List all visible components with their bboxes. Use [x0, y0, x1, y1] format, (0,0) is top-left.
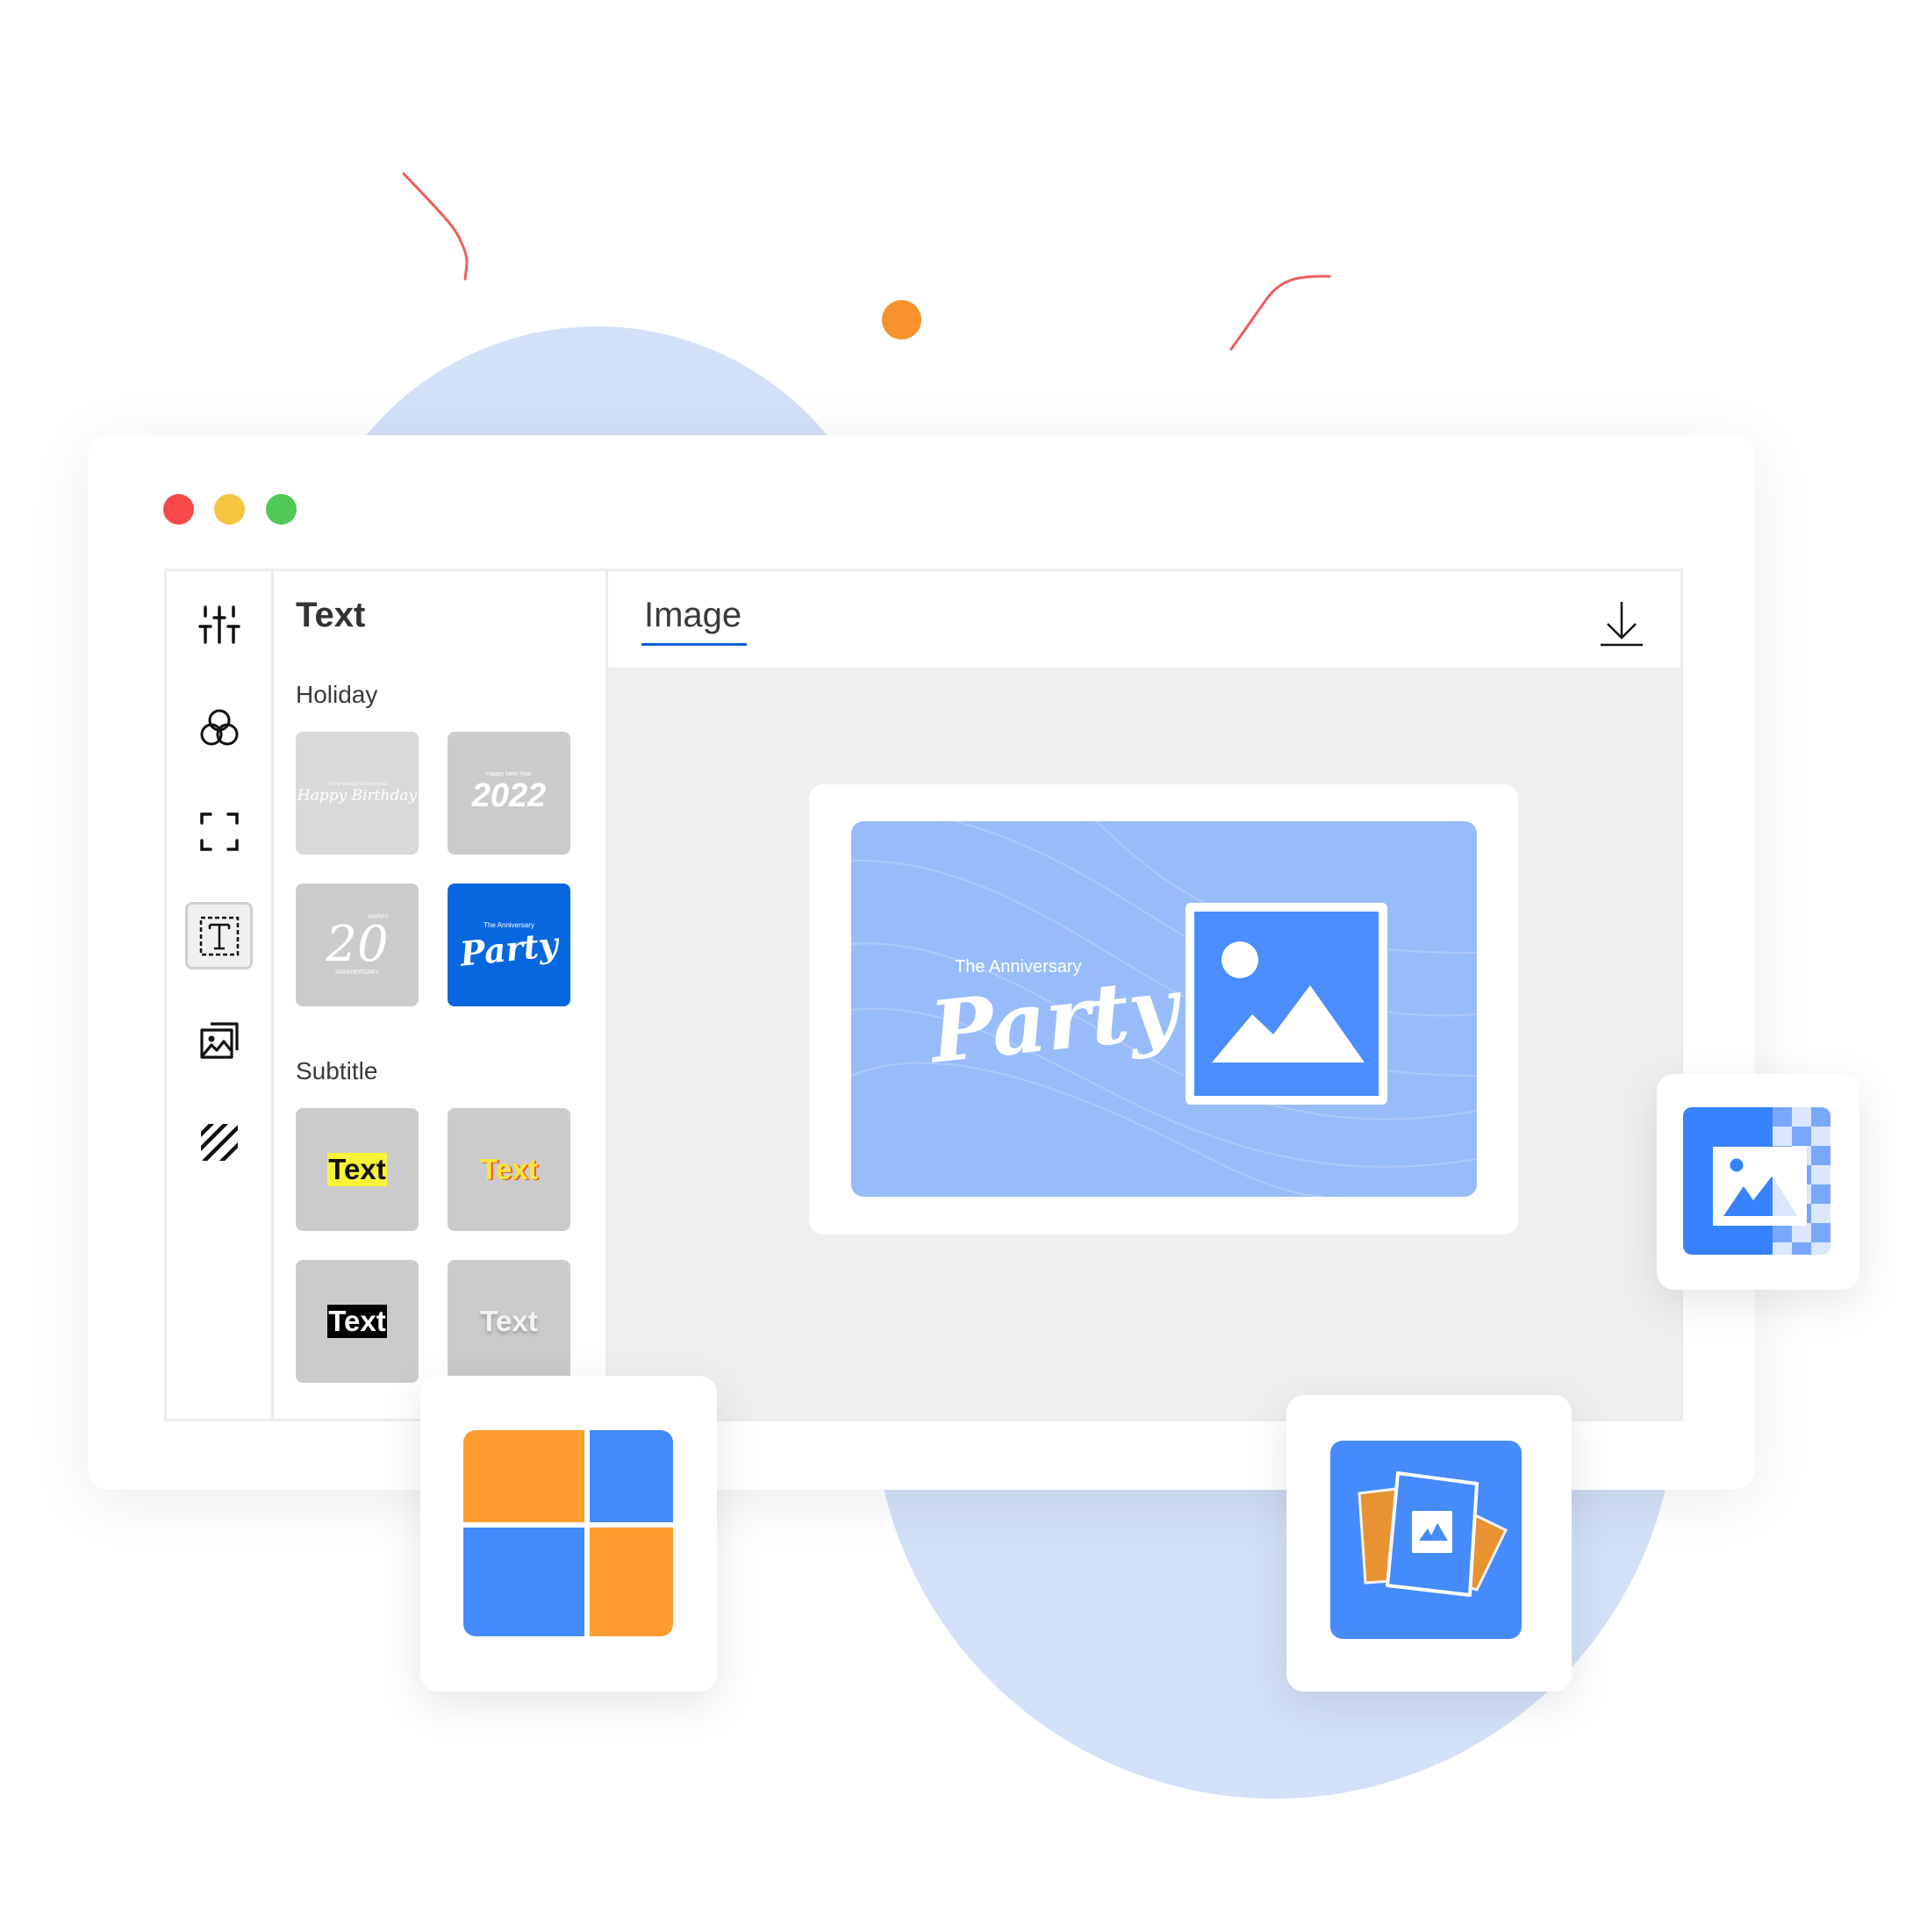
sliders-icon: [197, 605, 240, 644]
tile-text: Text: [480, 1153, 538, 1185]
subtitle-tile-white-shadow[interactable]: Text: [448, 1260, 570, 1383]
tile-text: Text: [480, 1305, 538, 1337]
holiday-tile-party[interactable]: The Anniversary Party: [448, 884, 570, 1006]
transparent-background-card[interactable]: [1657, 1074, 1859, 1290]
editor-panel: Text Holiday To my wonderful husband, Ha…: [164, 569, 1683, 1421]
decor-orange-dot: [882, 300, 921, 340]
section-label-holiday: Holiday: [296, 681, 378, 708]
rail-item-text[interactable]: [185, 902, 253, 970]
tab-active-indicator: [641, 643, 747, 646]
tile-text: Text: [327, 1305, 387, 1338]
rail-item-pattern[interactable]: [185, 1108, 253, 1176]
image-stage: Image The Anniversary Party: [608, 571, 1680, 1419]
decor-squiggles: [402, 172, 1331, 351]
subtitle-tile-yellow-highlight[interactable]: Text: [296, 1108, 419, 1231]
tile-text-line2: 2022: [471, 777, 547, 814]
crop-frame-icon: [199, 812, 239, 851]
grid-layout-icon: [463, 1430, 673, 1636]
stage-header: Image: [608, 571, 1680, 670]
photo-stack-icon: [1330, 1441, 1522, 1639]
text-box-icon: [199, 916, 239, 955]
batch-photos-card[interactable]: [1286, 1395, 1572, 1692]
rail-item-adjust[interactable]: [185, 590, 253, 658]
tile-text-line4: ANNIVERSARY: [335, 970, 379, 976]
window-close-button[interactable]: [163, 494, 194, 525]
tile-text-line2: Party: [458, 924, 560, 974]
canvas-card: The Anniversary Party: [809, 784, 1518, 1234]
app-window: Text Holiday To my wonderful husband, Ha…: [88, 435, 1755, 1490]
subtitle-tile-black-box[interactable]: Text: [296, 1260, 419, 1383]
window-maximize-button[interactable]: [266, 494, 297, 525]
tile-text-line1: Happy New Year: [485, 771, 533, 777]
rail-item-images[interactable]: [185, 1005, 253, 1073]
tool-rail: [167, 571, 274, 1419]
transparent-image-icon: [1683, 1107, 1830, 1255]
color-circles-icon: [200, 709, 238, 745]
tab-image[interactable]: Image: [644, 596, 741, 635]
holiday-tile-birthday[interactable]: To my wonderful husband, Happy Birthday: [296, 732, 419, 855]
tile-text: Text: [327, 1153, 387, 1186]
canvas-image[interactable]: The Anniversary Party: [851, 821, 1477, 1197]
rail-item-crop[interactable]: [185, 798, 253, 865]
window-minimize-button[interactable]: [214, 494, 245, 525]
image-stack-icon: [199, 1021, 239, 1059]
holiday-tile-anniversary20[interactable]: HAPPY 20 ANNIVERSARY: [296, 884, 419, 1006]
section-label-subtitle: Subtitle: [296, 1057, 378, 1084]
tile-text-line1: To my wonderful husband,: [326, 782, 389, 787]
tile-text-line2: 20: [326, 916, 389, 973]
download-icon[interactable]: [1600, 600, 1644, 648]
diagonal-stripes-icon: [200, 1123, 238, 1161]
tile-text-line2: Happy Birthday: [297, 787, 418, 805]
rail-item-filters[interactable]: [185, 694, 253, 762]
text-panel: Text Holiday To my wonderful husband, Ha…: [274, 571, 608, 1419]
holiday-tile-newyear[interactable]: Happy New Year 2022: [448, 732, 570, 855]
subtitle-tile-yellow-outline[interactable]: Text: [448, 1108, 570, 1231]
image-placeholder-icon: [1186, 903, 1387, 1105]
collage-card[interactable]: [420, 1376, 717, 1692]
panel-title: Text: [296, 596, 366, 634]
